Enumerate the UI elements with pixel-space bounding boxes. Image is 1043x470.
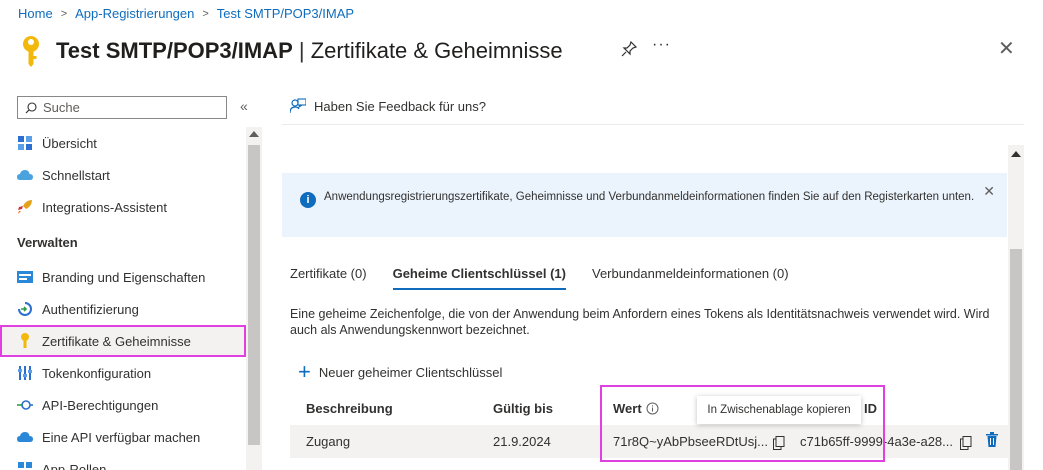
feedback-label: Haben Sie Feedback für uns?: [314, 98, 486, 114]
scroll-up-arrow-icon[interactable]: [249, 131, 259, 137]
row-description: Zugang: [306, 434, 351, 449]
main-scroll-thumb[interactable]: [1010, 249, 1022, 470]
chevron-right-icon: >: [60, 7, 68, 20]
chevron-right-icon: >: [202, 7, 209, 20]
sidebar-item-label: Übersicht: [42, 135, 97, 151]
api-permissions-icon: [17, 397, 33, 413]
sidebar-item-authentication[interactable]: Authentifizierung: [0, 293, 246, 325]
info-banner: i Anwendungsregistrierungszertifikate, G…: [282, 173, 1007, 237]
info-banner-text: Anwendungsregistrierungszertifikate, Geh…: [324, 191, 975, 203]
overview-grid-icon: [17, 135, 33, 151]
branding-icon: [17, 269, 33, 285]
main-scrollbar[interactable]: [1008, 145, 1024, 470]
sidebar-item-integration-assistant[interactable]: Integrations-Assistent: [0, 191, 246, 223]
sidebar-item-label: Integrations-Assistent: [42, 199, 168, 215]
sidebar-section-manage: Verwalten: [17, 234, 78, 250]
tab-bar: Zertifikate (0) Geheime Clientschlüssel …: [290, 266, 815, 290]
copy-icon[interactable]: [773, 436, 785, 450]
sidebar-item-label: Branding und Eigenschaften: [42, 269, 206, 285]
sidebar-item-branding[interactable]: Branding und Eigenschaften: [0, 261, 246, 293]
page-title-section: Zertifikate & Geheimnisse: [310, 38, 563, 63]
scroll-up-arrow-icon[interactable]: [1011, 151, 1021, 157]
sidebar-item-label: App-Rollen: [42, 461, 107, 470]
divider: [282, 124, 1024, 125]
row-expires: 21.9.2024: [493, 434, 551, 449]
close-icon[interactable]: ✕: [998, 36, 1015, 61]
client-secrets-description: Eine geheime Zeichenfolge, die von der A…: [290, 307, 990, 337]
page-title-separator: |: [292, 38, 311, 63]
info-icon[interactable]: [646, 402, 659, 415]
authentication-icon: [17, 301, 33, 317]
column-header-description: Beschreibung: [306, 401, 393, 416]
app-roles-icon: [17, 461, 33, 470]
tab-federated-credentials[interactable]: Verbundanmeldeinformationen (0): [592, 266, 789, 290]
delete-icon[interactable]: [986, 432, 998, 447]
sidebar-item-label: Tokenkonfiguration: [42, 365, 152, 381]
sidebar-scrollbar[interactable]: [246, 127, 262, 470]
copy-tooltip: In Zwischenablage kopieren: [697, 396, 861, 424]
sidebar-item-overview[interactable]: Übersicht: [0, 127, 246, 159]
key-icon: [23, 36, 39, 67]
cloud-api-icon: [17, 429, 33, 445]
search-input[interactable]: [43, 100, 213, 115]
sidebar-item-certificates-secrets[interactable]: Zertifikate & Geheimnisse: [0, 325, 246, 357]
search-box: [17, 96, 227, 119]
sidebar-item-label: Zertifikate & Geheimnisse: [42, 333, 191, 349]
page-title-app: Test SMTP/POP3/IMAP: [56, 38, 293, 63]
sidebar-item-label: API-Berechtigungen: [42, 397, 159, 413]
sidebar-item-label: Schnellstart: [42, 167, 110, 183]
key-icon: [17, 333, 33, 349]
tab-client-secrets[interactable]: Geheime Clientschlüssel (1): [392, 266, 567, 290]
new-client-secret-label: Neuer geheimer Clientschlüssel: [318, 364, 503, 380]
sidebar-nav: Übersicht Schnellstart Integrations-Assi…: [0, 127, 246, 470]
search-icon: [25, 101, 37, 113]
column-header-id: ID: [864, 401, 877, 416]
column-header-expires: Gültig bis: [493, 401, 553, 416]
cloud-icon: [17, 167, 33, 183]
feedback-link[interactable]: Haben Sie Feedback für uns?: [290, 98, 486, 114]
sidebar-scroll-thumb[interactable]: [248, 145, 260, 445]
breadcrumb-home[interactable]: Home: [18, 6, 53, 21]
page-title: Test SMTP/POP3/IMAP | Zertifikate & Gehe…: [56, 38, 563, 64]
new-client-secret-button[interactable]: + Neuer geheimer Clientschlüssel: [298, 359, 503, 384]
collapse-sidebar-icon[interactable]: «: [240, 98, 248, 114]
breadcrumb-app-registrations[interactable]: App-Registrierungen: [75, 6, 194, 21]
column-header-value: Wert: [613, 401, 659, 416]
row-secret-id: c71b65ff-9999-4a3e-a28...: [800, 434, 953, 449]
copy-icon[interactable]: [960, 436, 972, 450]
column-header-value-label: Wert: [613, 401, 642, 416]
sidebar-item-quickstart[interactable]: Schnellstart: [0, 159, 246, 191]
breadcrumb-app[interactable]: Test SMTP/POP3/IMAP: [217, 6, 354, 21]
sidebar-item-expose-api[interactable]: Eine API verfügbar machen: [0, 421, 246, 453]
sidebar-item-api-permissions[interactable]: API-Berechtigungen: [0, 389, 246, 421]
token-config-icon: [17, 365, 33, 381]
more-options-icon[interactable]: ···: [652, 36, 671, 54]
sidebar-item-app-roles[interactable]: App-Rollen: [0, 453, 246, 470]
breadcrumb: Home > App-Registrierungen > Test SMTP/P…: [18, 6, 354, 21]
page-header: Test SMTP/POP3/IMAP | Zertifikate & Gehe…: [18, 34, 563, 68]
pin-icon[interactable]: [620, 40, 638, 58]
info-icon: i: [300, 192, 316, 208]
sidebar-item-token-configuration[interactable]: Tokenkonfiguration: [0, 357, 246, 389]
tab-certificates[interactable]: Zertifikate (0): [290, 266, 367, 290]
sidebar-item-label: Eine API verfügbar machen: [42, 429, 201, 445]
plus-icon: +: [298, 359, 311, 384]
sidebar-item-label: Authentifizierung: [42, 301, 139, 317]
close-banner-icon[interactable]: ✕: [983, 183, 995, 200]
row-secret-value: 71r8Q~yAbPbseeRDtUsj...: [613, 434, 768, 449]
feedback-icon: [290, 98, 306, 114]
rocket-icon: [17, 199, 33, 215]
